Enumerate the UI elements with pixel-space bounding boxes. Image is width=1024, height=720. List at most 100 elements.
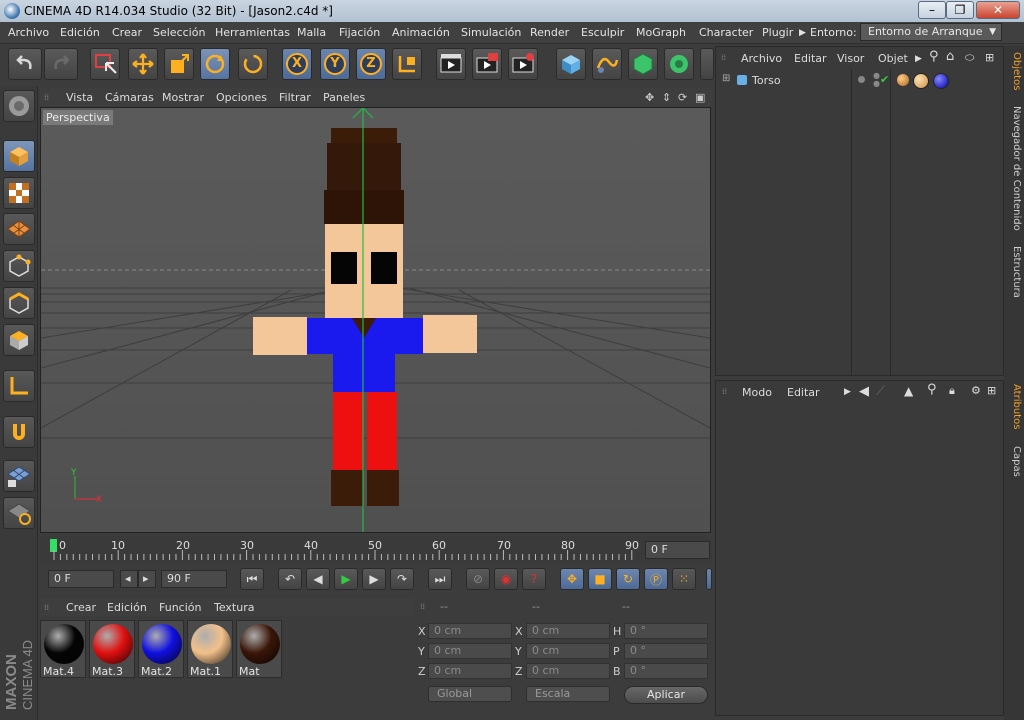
environment-dropdown[interactable]: Entorno de Arranque ▼	[860, 23, 1002, 41]
render-settings-button[interactable]	[508, 48, 538, 80]
blue-material-tag[interactable]	[933, 73, 949, 89]
material-swatch[interactable]: Mat.1	[187, 620, 233, 678]
key-pla-button[interactable]: ⁙	[672, 568, 696, 590]
new-panel-icon[interactable]: ⊞	[987, 384, 996, 397]
menu-crear[interactable]: Crear	[112, 26, 142, 39]
workplane-lock-button[interactable]	[3, 497, 35, 529]
viewport-menu-mostrar[interactable]: Mostrar	[162, 91, 204, 104]
home-icon[interactable]: ⌂	[946, 49, 954, 64]
back-arrow-icon[interactable]: ◀	[859, 384, 869, 399]
key-scale-button[interactable]: ■	[588, 568, 612, 590]
rot-b-field[interactable]: 0 °	[624, 663, 708, 679]
object-menu-editar[interactable]: Editar	[794, 52, 827, 65]
rotate-view-icon[interactable]: ⟳	[678, 91, 687, 104]
layer-dot-icon[interactable]	[858, 76, 865, 83]
previous-frame-button[interactable]: ◀	[306, 568, 330, 590]
viewport-menu-vista[interactable]: Vista	[66, 91, 93, 104]
material-swatch[interactable]: Mat.3	[89, 620, 135, 678]
viewport-menu-opciones[interactable]: Opciones	[216, 91, 267, 104]
attribute-menu-editar[interactable]: Editar	[787, 386, 820, 399]
perspective-viewport[interactable]: Y X Perspectiva	[40, 107, 711, 533]
maximize-view-icon[interactable]: ▣	[695, 91, 705, 104]
z-axis-lock-button[interactable]: Z	[356, 48, 386, 80]
lock-icon[interactable]: 🔒︎	[949, 384, 955, 398]
object-row-torso[interactable]: ⊞ Torso ● ● ✔	[718, 72, 1003, 90]
redo-button[interactable]	[44, 48, 78, 80]
menu-overflow-arrow-icon[interactable]: ▶	[915, 54, 922, 64]
menu-render[interactable]: Render	[530, 26, 569, 39]
render-picture-viewer-button[interactable]	[472, 48, 502, 80]
material-swatch[interactable]: Mat.4	[40, 620, 86, 678]
menu-fijacion[interactable]: Fijación	[339, 26, 380, 39]
use-texture-button[interactable]	[3, 177, 35, 209]
key-parameter-button[interactable]: Ⓟ	[644, 568, 668, 590]
use-object-button[interactable]	[3, 140, 35, 172]
pos-y-field[interactable]: 0 cm	[428, 643, 512, 659]
phong-tag-icon[interactable]	[897, 74, 909, 86]
record-active-icon[interactable]: ⊘	[466, 568, 490, 590]
nurbs-object-button[interactable]	[628, 48, 658, 80]
menu-animacion[interactable]: Animación	[392, 26, 450, 39]
menu-overflow-arrow-icon[interactable]: ▶	[844, 387, 851, 397]
menu-herramientas[interactable]: Herramientas	[215, 26, 290, 39]
play-button[interactable]: ▶	[334, 568, 358, 590]
minimize-button[interactable]: –	[918, 1, 946, 19]
size-z-field[interactable]: 0 cm	[526, 663, 610, 679]
material-menu-textura[interactable]: Textura	[214, 601, 254, 614]
render-view-button[interactable]	[436, 48, 466, 80]
coordinate-mode-dropdown[interactable]: Global	[428, 686, 512, 702]
x-axis-lock-button[interactable]: X	[282, 48, 312, 80]
last-tool-button[interactable]	[238, 48, 268, 80]
pos-z-field[interactable]: 0 cm	[428, 663, 512, 679]
timeline-frame-field[interactable]: 0 F	[645, 541, 710, 559]
expand-plus-icon[interactable]: ⊞	[722, 73, 730, 84]
cube-object-button[interactable]	[556, 48, 586, 80]
tab-objetos[interactable]: Objetos	[1006, 52, 1022, 90]
current-frame-field[interactable]: 0 F	[48, 570, 114, 588]
viewport-menu-paneles[interactable]: Paneles	[323, 91, 365, 104]
snap-enable-button[interactable]	[3, 460, 35, 492]
new-panel-icon[interactable]: ⊞	[985, 51, 994, 64]
menu-mograph[interactable]: MoGraph	[636, 26, 686, 39]
enabled-check-icon[interactable]: ✔	[880, 73, 889, 86]
autokey-button[interactable]: ◉	[494, 568, 518, 590]
use-points-button[interactable]	[3, 250, 35, 282]
next-key-button[interactable]: ↷	[390, 568, 414, 590]
object-menu-archivo[interactable]: Archivo	[741, 52, 782, 65]
maximize-button[interactable]: ❐	[946, 1, 974, 19]
menu-edicion[interactable]: Edición	[60, 26, 100, 39]
visibility-dots-icon[interactable]: ● ●	[873, 72, 880, 88]
go-to-end-button[interactable]: ⏭	[428, 568, 452, 590]
tab-navegador-contenido[interactable]: Navegador de Contenido	[1006, 106, 1022, 231]
viewport-menu-camaras[interactable]: Cámaras	[105, 91, 154, 104]
apply-button[interactable]: Aplicar	[624, 686, 708, 704]
use-polygons-button[interactable]	[3, 324, 35, 356]
object-menu-visor[interactable]: Visor	[837, 52, 864, 65]
settings-icon[interactable]: ⚙	[971, 384, 981, 397]
pos-x-field[interactable]: 0 cm	[428, 623, 512, 639]
y-axis-lock-button[interactable]: Y	[320, 48, 350, 80]
material-swatch[interactable]: Mat.2	[138, 620, 184, 678]
search-icon[interactable]: ⚲	[929, 49, 939, 64]
tab-capas[interactable]: Capas	[1006, 446, 1022, 477]
end-frame-field[interactable]: 90 F	[161, 570, 227, 588]
rot-p-field[interactable]: 0 °	[624, 643, 708, 659]
go-to-start-button[interactable]: ⏮	[240, 568, 264, 590]
menu-simulacion[interactable]: Simulación	[461, 26, 521, 39]
viewport-menu-filtrar[interactable]: Filtrar	[279, 91, 311, 104]
menu-archivo[interactable]: Archivo	[8, 26, 49, 39]
search-icon[interactable]: ⚲	[927, 382, 937, 397]
deformer-button[interactable]	[700, 48, 714, 80]
enable-axis-button[interactable]	[3, 370, 35, 402]
frame-prev-stepper[interactable]: ◂	[120, 570, 138, 588]
move-tool-button[interactable]	[128, 48, 158, 80]
key-position-button[interactable]: ✥	[560, 568, 584, 590]
close-button[interactable]: ✕	[976, 1, 1020, 19]
pan-view-icon[interactable]: ✥	[645, 91, 654, 104]
forward-arrow-icon[interactable]: ⟋	[876, 384, 885, 399]
use-edges-button[interactable]	[3, 287, 35, 319]
key-rotation-button[interactable]: ↻	[616, 568, 640, 590]
size-x-field[interactable]: 0 cm	[526, 623, 610, 639]
material-menu-edicion[interactable]: Edición	[107, 601, 147, 614]
rotate-tool-button[interactable]	[200, 48, 230, 80]
